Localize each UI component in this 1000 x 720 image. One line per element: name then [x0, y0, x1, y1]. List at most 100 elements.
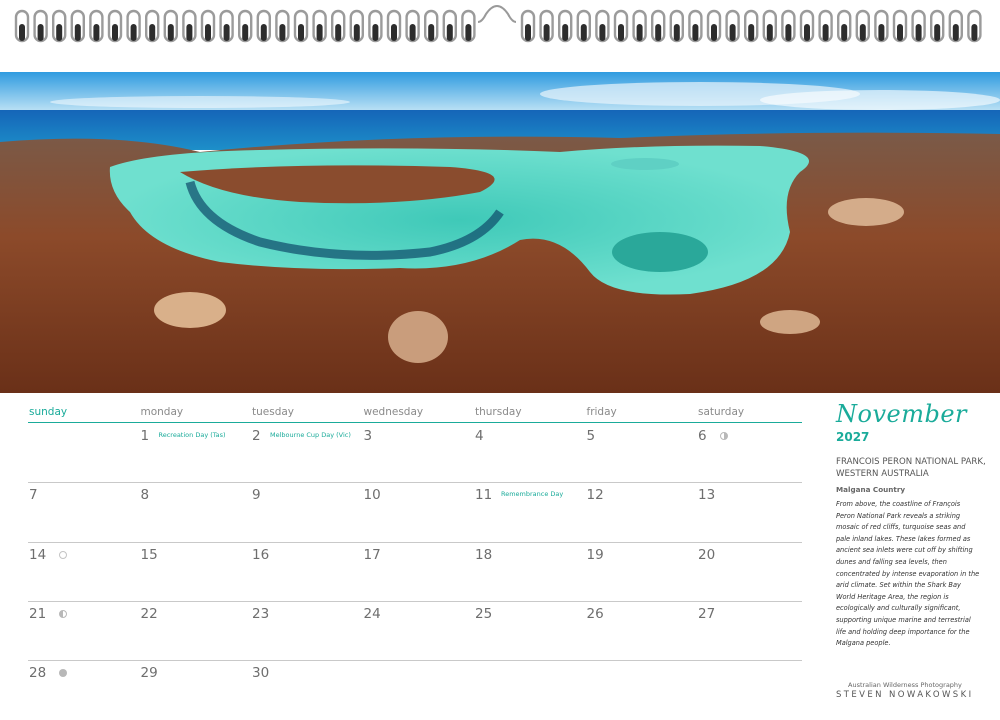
moon-phase-last-quarter-icon [59, 609, 67, 618]
binding-coil [89, 9, 104, 43]
hanger-hook [477, 5, 517, 23]
binding-coil [837, 9, 852, 43]
photo-description: From above, the coastline of François Pe… [836, 500, 980, 648]
cloud [50, 96, 350, 108]
day-cell [29, 424, 137, 483]
cloud [760, 90, 1000, 110]
weekday-tuesday: tuesday [252, 406, 295, 418]
binding-coil [520, 9, 536, 43]
day-cell: 7 [29, 483, 137, 542]
day-number: 17 [363, 546, 381, 563]
holiday-label: Recreation Day (Tas) [158, 431, 226, 439]
day-number: 21 [29, 605, 47, 622]
binding-coil [107, 9, 123, 43]
weekday-sunday: sunday [29, 406, 68, 418]
binding-coil [424, 9, 439, 43]
day-cell [364, 661, 472, 720]
landscape-photo [0, 72, 1000, 393]
binding-coil [33, 9, 48, 43]
weekday-wednesday: wednesday [363, 406, 424, 418]
day-cell: 1 Recreation Day (Tas) [141, 424, 249, 483]
day-cell: 15 [141, 543, 249, 602]
day-number: 9 [252, 487, 261, 504]
binding-coil [256, 9, 271, 43]
binding-coil [874, 9, 889, 43]
day-number: 12 [586, 487, 604, 504]
credit-tagline: Australian Wilderness Photography [848, 681, 962, 689]
day-number: 2 [252, 428, 261, 444]
day-cell: 27 [698, 602, 806, 661]
salt-pan [154, 292, 226, 328]
day-number: 8 [140, 487, 150, 504]
day-cell: 11 Remembrance Day [475, 483, 583, 542]
day-number: 6 [698, 428, 707, 444]
binding-coil [312, 9, 327, 43]
binding-coil [613, 9, 629, 43]
binding-coil [911, 9, 926, 43]
salt-pan [388, 311, 448, 363]
day-cell: 13 [698, 483, 806, 542]
day-cell [698, 661, 806, 720]
day-number: 4 [475, 428, 484, 444]
day-number: 14 [29, 546, 47, 563]
binding-coil [762, 9, 777, 43]
day-cell [587, 661, 695, 720]
spiral-binding-graphic [14, 5, 982, 43]
binding-coil [126, 9, 141, 43]
day-cell: 25 [475, 602, 583, 661]
weekday-friday: friday [586, 406, 617, 418]
week-divider [28, 482, 802, 484]
binding-coil [855, 9, 870, 43]
holiday-label: Remembrance Day [501, 490, 564, 499]
weekday-thursday: thursday [475, 406, 522, 418]
month-title: November [836, 400, 968, 428]
binding-coil [930, 9, 945, 43]
day-cell: 10 [364, 483, 472, 542]
week-divider [28, 660, 802, 662]
moon-phase-first-quarter-icon [720, 432, 728, 440]
day-cell: 19 [587, 543, 695, 602]
day-number: 25 [475, 605, 493, 622]
binding-coil [182, 9, 197, 43]
binding-coil [237, 9, 253, 43]
binding-coil [386, 9, 402, 43]
moon-phase-new-icon [59, 669, 67, 678]
binding-coils-right [520, 9, 982, 43]
day-number: 3 [363, 428, 373, 444]
binding-coils-left [14, 9, 476, 43]
weekday-monday: monday [140, 406, 184, 418]
day-cell: 29 [141, 661, 249, 720]
day-cell: 17 [364, 543, 472, 602]
binding-coil [461, 9, 476, 43]
binding-coil [539, 9, 554, 43]
year-label: 2027 [836, 430, 870, 444]
country-label: Malgana Country [836, 485, 906, 494]
holiday-label: Melbourne Cup Day (Vic) [270, 431, 351, 439]
binding-coil [349, 9, 364, 43]
month-info-panel: November 2027 FRANCOIS PERON NATIONAL PA… [836, 400, 986, 650]
day-number: 29 [140, 665, 158, 682]
day-number: 27 [698, 605, 716, 622]
day-cell: 4 [475, 424, 583, 483]
day-cell: 20 [698, 543, 806, 602]
day-number: 19 [586, 546, 604, 563]
calendar-grid: sunday monday tuesday wednesday thursday frid… [28, 402, 804, 720]
day-number: 16 [252, 546, 270, 563]
binding-coil [632, 9, 647, 43]
day-number: 7 [29, 487, 38, 504]
day-cell: 21 [29, 602, 137, 661]
day-cell: 22 [141, 602, 249, 661]
binding-coil [442, 9, 457, 43]
week-divider [28, 541, 802, 543]
binding-coil [967, 9, 982, 43]
photographer-name: STEVEN NOWAKOWSKI [836, 690, 974, 700]
day-number: 23 [252, 605, 270, 622]
day-number: 10 [363, 487, 381, 504]
binding-coil [688, 9, 703, 43]
day-number: 30 [252, 665, 270, 682]
day-cell [475, 661, 583, 720]
day-number: 1 [140, 428, 150, 444]
aerial-coastline-image [0, 72, 1000, 393]
binding-coil [368, 9, 383, 43]
binding-coil [558, 9, 573, 43]
